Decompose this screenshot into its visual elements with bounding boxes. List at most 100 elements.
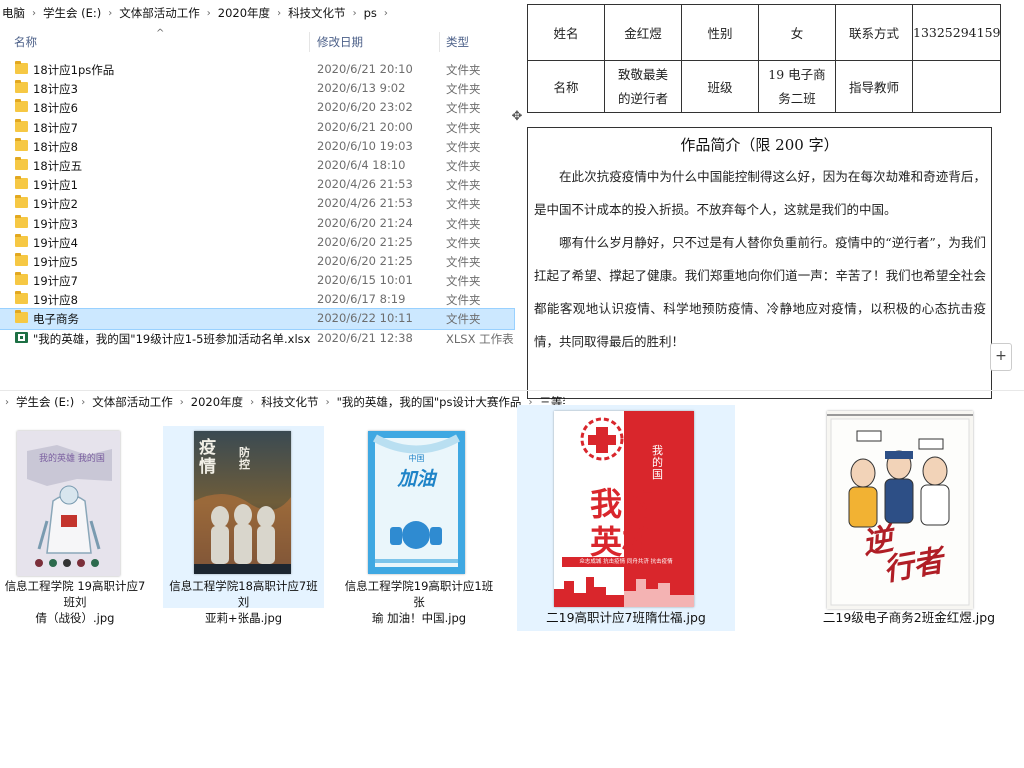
caption-line: 瑜 加油！中国.jpg xyxy=(371,611,467,625)
poster-char: 者 xyxy=(910,543,946,584)
caption-line: 信息工程学院19高职计应1班 张 xyxy=(344,579,494,609)
label-title: 名称 xyxy=(527,60,605,113)
folder-row[interactable]: 18计应8 2020/6/10 19:03 文件夹 xyxy=(0,137,514,156)
file-caption: 二19高职计应7班隋仕福.jpg xyxy=(546,610,706,625)
caption-line: 亚莉+张晶.jpg xyxy=(204,611,283,625)
poster-text: 我的国 xyxy=(652,444,663,481)
sort-ascending-icon: ^ xyxy=(156,28,165,39)
file-caption: 二19级电子商务2班金红煜.jpg xyxy=(822,610,996,625)
file-date: 2020/6/20 21:24 xyxy=(317,215,413,230)
folder-row[interactable]: 18计应3 2020/6/13 9:02 文件夹 xyxy=(0,79,514,98)
excel-file-icon xyxy=(15,331,28,343)
add-button[interactable]: + xyxy=(990,343,1012,371)
file-date: 2020/6/21 20:00 xyxy=(317,119,413,134)
folder-row[interactable]: 19计应7 2020/6/15 10:01 文件夹 xyxy=(0,271,514,290)
column-header-name[interactable]: 名称 xyxy=(14,30,37,54)
file-thumbnail-selected[interactable]: 我的国 我的 英雄 众志成城 抗击疫情 同舟共济 抗击疫情 二19高职计应7班隋… xyxy=(517,405,735,631)
file-thumbnail[interactable]: 我的英雄 我的国 信息工程学院 19高职计应7班刘 倩（战役）.jpg xyxy=(0,426,150,625)
value-contact: 13325294159 xyxy=(911,4,1002,61)
folder-icon xyxy=(15,291,28,305)
breadcrumb-item[interactable]: 科技文化节 xyxy=(259,394,321,410)
file-date: 2020/6/13 9:02 xyxy=(317,81,406,96)
folder-row[interactable]: 18计应五 2020/6/4 18:10 文件夹 xyxy=(0,156,514,175)
file-name: 19计应7 xyxy=(33,274,78,289)
folder-row[interactable]: 19计应8 2020/6/17 8:19 文件夹 xyxy=(0,290,514,309)
folder-row[interactable]: 18计应7 2020/6/21 20:00 文件夹 xyxy=(0,118,514,137)
poster-char: 控 xyxy=(239,458,250,471)
chevron-right-icon: › xyxy=(277,7,282,19)
poster-image: 我的英雄 我的国 xyxy=(17,431,120,576)
file-thumbnail-selected[interactable]: 疫 情 防 控 信息工程学院18高职计应7班 刘 亚莉+张晶.jpg xyxy=(163,426,324,625)
breadcrumb-item[interactable]: 科技文化节 xyxy=(286,5,348,21)
folder-icon xyxy=(15,214,28,228)
folder-row[interactable]: 19计应5 2020/6/20 21:25 文件夹 xyxy=(0,252,514,271)
caption-line: 信息工程学院18高职计应7班 刘 xyxy=(169,579,318,609)
folder-row[interactable]: 18计应6 2020/6/20 23:02 文件夹 xyxy=(0,98,514,117)
breadcrumb-item[interactable]: "我的英雄，我的国"ps设计大赛作品 xyxy=(335,394,524,410)
folder-icon xyxy=(15,118,28,132)
table-move-handle-icon[interactable]: ✥ xyxy=(510,110,524,124)
chevron-right-icon: › xyxy=(352,7,357,19)
folder-row[interactable]: 19计应1 2020/4/26 21:53 文件夹 xyxy=(0,175,514,194)
file-name: 电子商务 xyxy=(33,312,79,327)
intro-title: 作品简介（限 200 字） xyxy=(680,136,839,154)
value-title: 致敬最美 的逆行者 xyxy=(604,60,682,113)
file-type: 文件夹 xyxy=(446,197,481,212)
file-type: 文件夹 xyxy=(446,82,481,97)
poster-char: 情 xyxy=(199,457,216,477)
chevron-right-icon: › xyxy=(250,396,255,408)
folder-row[interactable]: 电子商务 2020/6/22 10:11 文件夹 xyxy=(0,308,515,330)
chevron-right-icon: › xyxy=(5,396,9,408)
file-type: 文件夹 xyxy=(446,254,481,269)
intro-box: 作品简介（限 200 字） 在此次抗疫疫情中为什么中国能控制得这么好，因为在每次… xyxy=(527,127,992,399)
poster-image: 逆 行者 xyxy=(827,411,973,609)
file-type: 文件夹 xyxy=(446,178,481,193)
breadcrumb-item[interactable]: ps xyxy=(362,6,379,20)
chevron-right-icon: › xyxy=(32,7,36,19)
file-caption: 信息工程学院19高职计应1班 张 瑜 加油！中国.jpg xyxy=(338,578,500,626)
folder-row[interactable]: 19计应3 2020/6/20 21:24 文件夹 xyxy=(0,214,514,233)
folder-icon xyxy=(15,272,28,286)
poster-text: 我的 英雄 xyxy=(590,485,654,561)
file-list: 18计应1ps作品 2020/6/21 20:10 文件夹 18计应3 2020/6/1… xyxy=(0,60,515,348)
folder-row[interactable]: 19计应2 2020/4/26 21:53 文件夹 xyxy=(0,194,514,213)
poster-image: 中国 加油 xyxy=(368,431,465,574)
file-name: "我的英雄，我的国"19级计应1-5班参加活动名单.xlsx xyxy=(33,331,311,346)
file-date: 2020/6/20 21:25 xyxy=(317,253,413,268)
breadcrumb-item[interactable]: 电脑 xyxy=(0,5,27,21)
intro-paragraph: 在此次抗疫疫情中为什么中国能控制得这么好，因为在每次劫难和奇迹背后，是中国不计成… xyxy=(534,169,986,217)
breadcrumb-item[interactable]: 学生会 (E:) xyxy=(14,394,76,410)
file-thumbnail[interactable]: 中国 加油 信息工程学院19高职计应1班 张 瑜 加油！中国.jpg xyxy=(338,426,500,625)
breadcrumb: 电脑 › 学生会 (E:) › 文体部活动工作 › 2020年度 › 科技文化节 › ps… xyxy=(0,0,393,26)
folder-row[interactable]: 19计应4 2020/6/20 21:25 文件夹 xyxy=(0,233,514,252)
breadcrumb-item[interactable]: 文体部活动工作 xyxy=(117,5,202,21)
file-date: 2020/6/20 21:25 xyxy=(317,234,413,249)
column-divider[interactable] xyxy=(309,32,310,52)
folder-icon xyxy=(15,99,28,113)
file-thumbnail[interactable]: 逆 行者 二19级电子商务2班金红煜.jpg xyxy=(800,405,1018,631)
file-name: 18计应8 xyxy=(33,139,78,154)
column-divider[interactable] xyxy=(439,32,440,52)
breadcrumb-item[interactable]: 文体部活动工作 xyxy=(90,394,175,410)
folder-row[interactable]: 18计应1ps作品 2020/6/21 20:10 文件夹 xyxy=(0,60,514,79)
file-type: 文件夹 xyxy=(446,101,481,116)
caption-line: 信息工程学院 19高职计应7班刘 xyxy=(4,579,146,609)
breadcrumb-item[interactable]: 学生会 (E:) xyxy=(41,5,103,21)
breadcrumb-item[interactable]: 2020年度 xyxy=(216,5,272,21)
file-name: 19计应8 xyxy=(33,293,78,308)
file-date: 2020/6/22 10:11 xyxy=(317,311,413,326)
file-row-xlsx[interactable]: "我的英雄，我的国"19级计应1-5班参加活动名单.xlsx 2020/6/21 … xyxy=(0,329,514,348)
label-name: 姓名 xyxy=(527,4,605,61)
poster-image: 疫 情 防 控 xyxy=(194,431,291,574)
file-name: 19计应2 xyxy=(33,197,78,212)
poster-line: 加油 xyxy=(397,468,436,490)
column-header-type[interactable]: 类型 xyxy=(446,30,469,54)
intro-text: 在此次抗疫疫情中为什么中国能控制得这么好，因为在每次劫难和奇迹背后，是中国不计成… xyxy=(534,160,986,358)
breadcrumb-item[interactable]: 2020年度 xyxy=(189,394,245,410)
file-name: 18计应7 xyxy=(33,120,78,135)
chevron-right-icon: › xyxy=(81,396,86,408)
column-header-date[interactable]: 修改日期 xyxy=(317,30,363,54)
folder-icon xyxy=(15,310,28,324)
file-type: XLSX 工作表 xyxy=(446,331,514,346)
file-name: 18计应1ps作品 xyxy=(33,63,115,77)
